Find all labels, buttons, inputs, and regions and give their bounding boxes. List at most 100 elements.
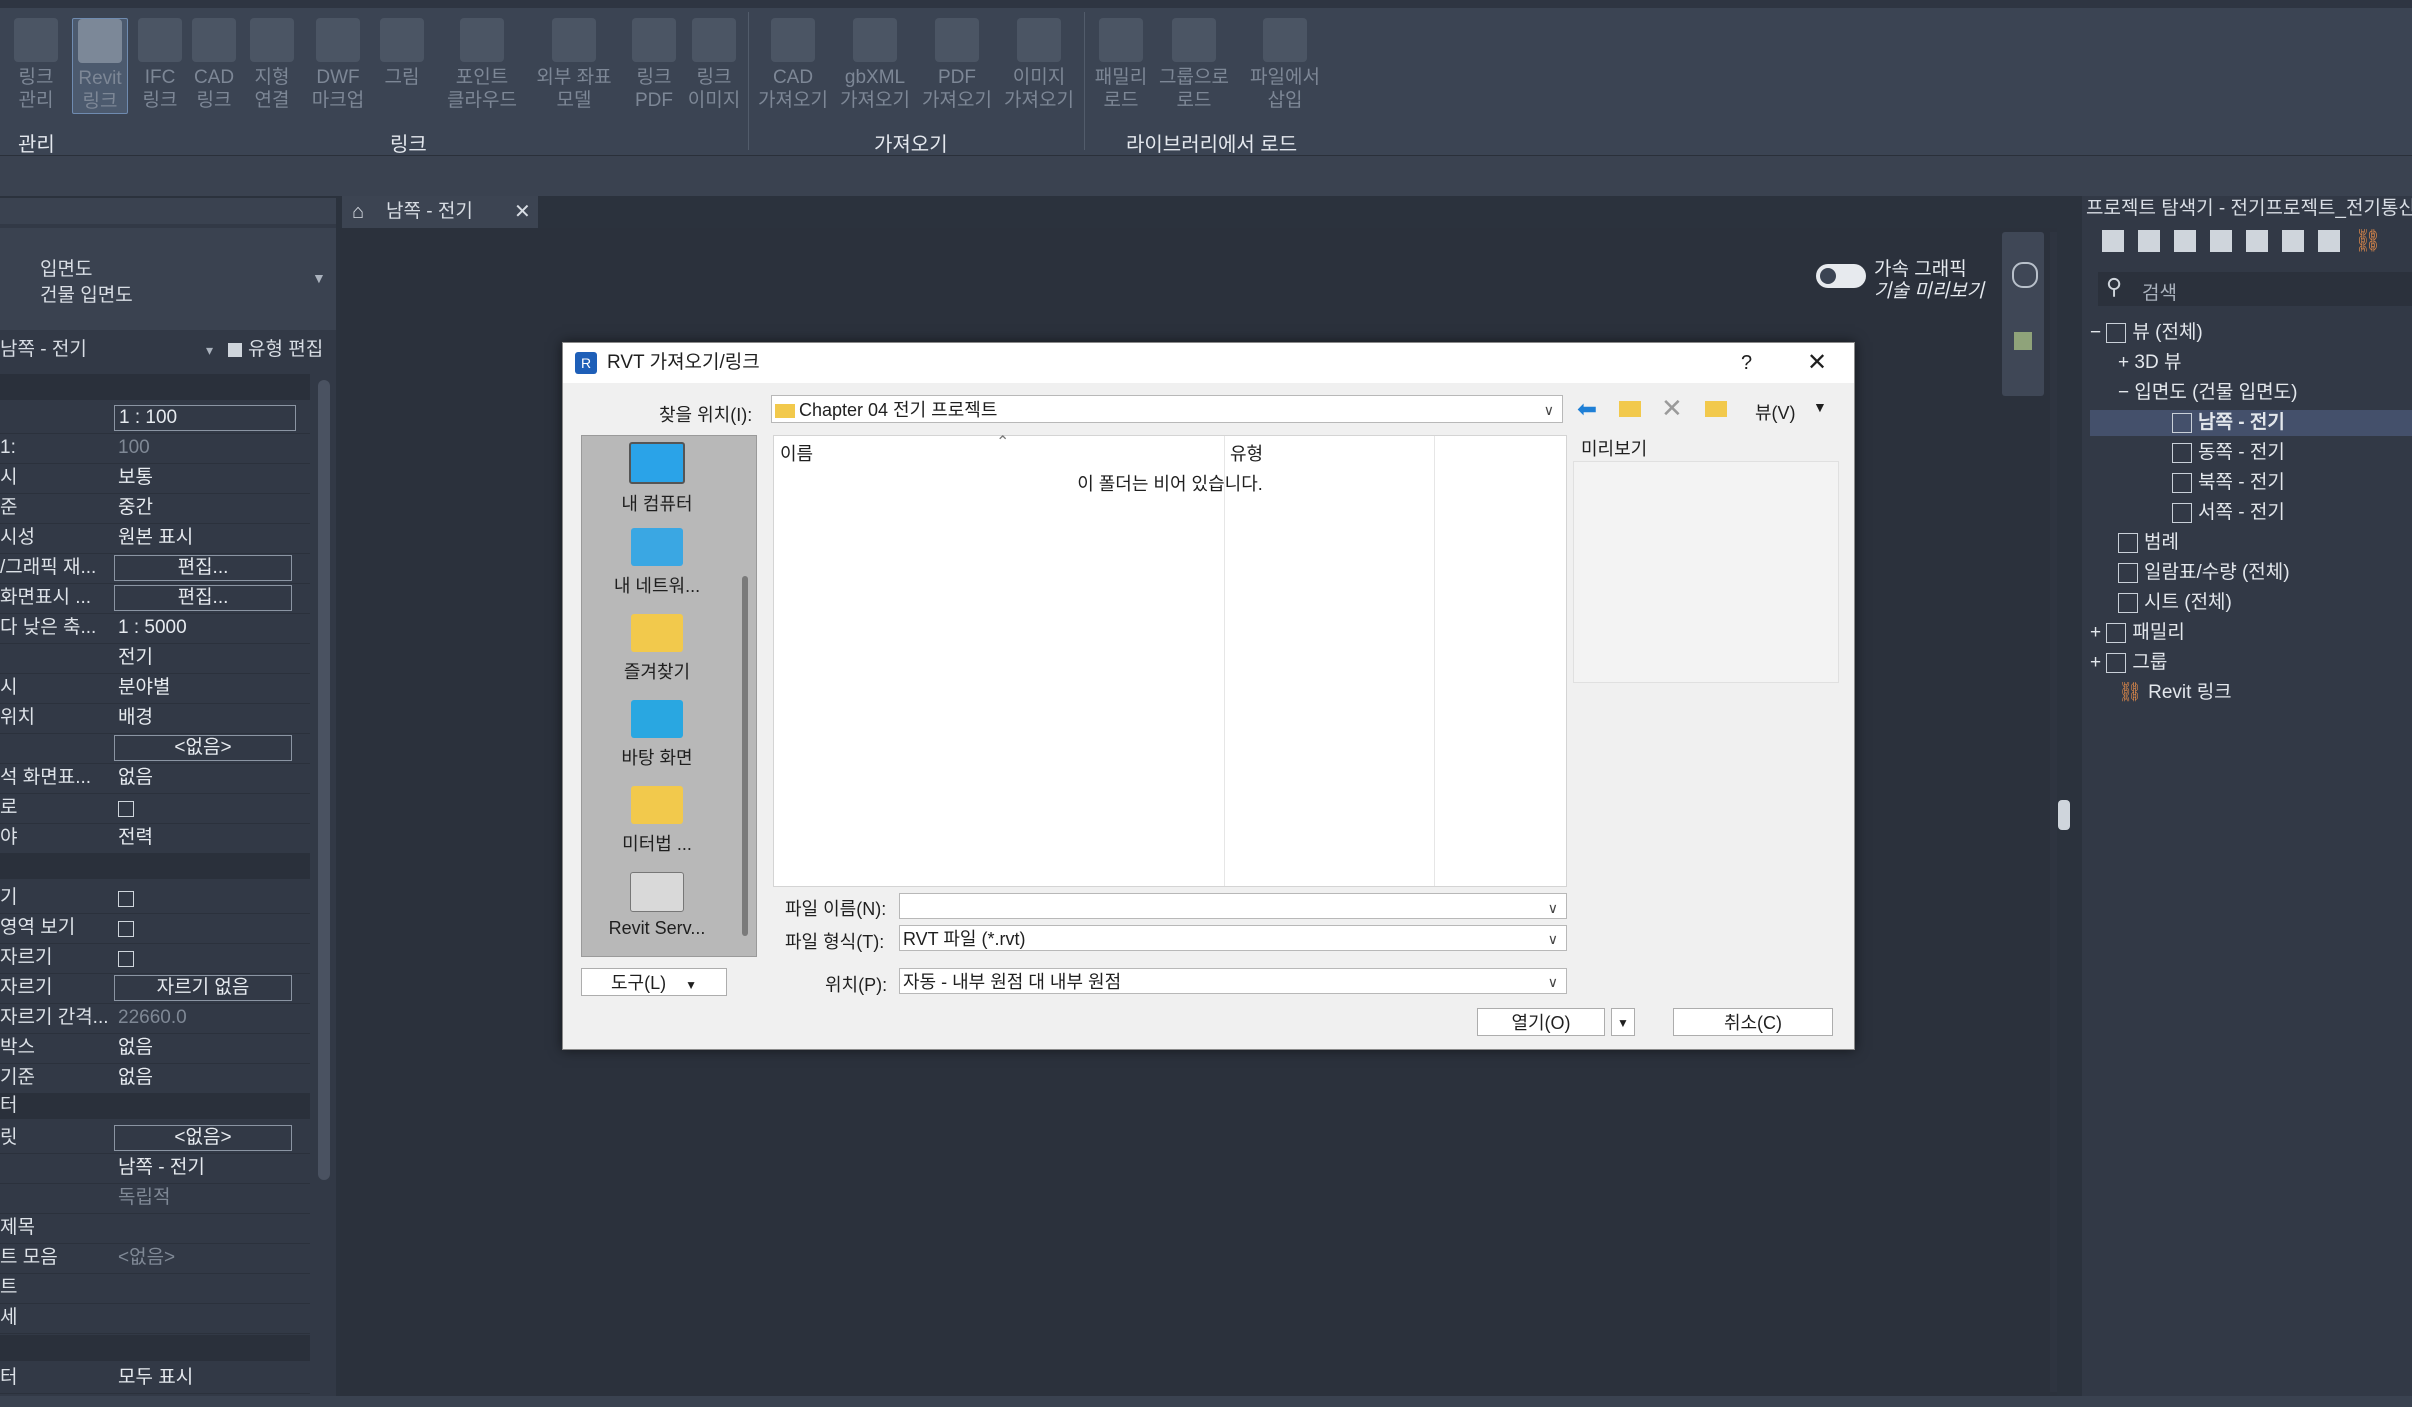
point-cloud-button[interactable]: 포인트 클라우드 [446, 18, 518, 112]
property-row[interactable]: 시성 원본 표시 [0, 523, 310, 554]
view-template-field[interactable]: <없음> [114, 1125, 292, 1151]
property-row[interactable]: 시 분야별 [0, 673, 310, 704]
tree-item-3d-views[interactable]: + 3D 뷰 [2118, 350, 2181, 376]
property-row[interactable]: 터 모두 표시 [0, 1363, 310, 1394]
view-instance-selector[interactable]: 남쪽 - 전기 ▾ [0, 336, 226, 364]
tree-item-legends[interactable]: 범례 [2118, 530, 2179, 556]
position-dropdown[interactable]: 자동 - 내부 원점 대 내부 원점 ∨ [899, 968, 1567, 994]
cad-link-button[interactable]: CAD 링크 [186, 18, 242, 112]
dwf-markup-button[interactable]: DWF 마크업 [310, 18, 366, 112]
property-row[interactable]: 전기 [0, 643, 310, 674]
link-image-button[interactable]: 링크 이미지 [686, 18, 742, 112]
zoom-icon[interactable] [2014, 332, 2032, 350]
property-row[interactable]: 제목 [0, 1213, 310, 1244]
help-button[interactable]: ? [1741, 343, 1752, 383]
properties-scrollbar[interactable] [318, 380, 330, 1180]
checkbox[interactable] [118, 951, 134, 967]
cad-import-button[interactable]: CAD 가져오기 [758, 18, 828, 112]
collapse-icon[interactable]: − [2090, 322, 2101, 343]
checkbox[interactable] [118, 891, 134, 907]
manage-links-button[interactable]: 링크 관리 [8, 18, 64, 112]
properties-section-header[interactable] [0, 374, 310, 400]
edit-type-button[interactable]: 유형 편집 [228, 336, 336, 364]
insert-from-file-button[interactable]: 파일에서 삽입 [1246, 18, 1324, 112]
place-metric[interactable]: 미터법 ... [582, 786, 732, 856]
gbxml-import-button[interactable]: gbXML 가져오기 [840, 18, 910, 112]
close-icon[interactable]: ✕ [1807, 343, 1827, 383]
decal-button[interactable]: 그림 [374, 18, 430, 89]
load-family-button[interactable]: 패밀리 로드 [1092, 18, 1150, 112]
collapse-icon[interactable]: − [2118, 382, 2129, 403]
property-row[interactable]: 다 낮은 축... 1 : 5000 [0, 613, 310, 644]
ifc-link-button[interactable]: IFC 링크 [132, 18, 188, 112]
back-icon[interactable]: ⬅ [1577, 395, 1597, 424]
expand-icon[interactable]: + [2090, 652, 2101, 673]
link-icon[interactable]: ⛓ [2354, 228, 2382, 254]
place-desktop[interactable]: 바탕 화면 [582, 700, 732, 770]
load-as-group-button[interactable]: 그룹으로 로드 [1156, 18, 1232, 112]
cancel-button[interactable]: 취소(C) [1673, 1008, 1833, 1036]
views-menu[interactable]: 뷰(V) [1755, 399, 1796, 425]
home-icon[interactable] [2102, 230, 2124, 252]
close-icon[interactable]: ✕ [514, 196, 531, 228]
topography-link-button[interactable]: 지형 연결 [244, 18, 300, 112]
home-icon[interactable]: ⌂ [352, 196, 364, 228]
filename-input[interactable]: ∨ [899, 893, 1567, 919]
browser-search-input[interactable]: ⚲ 검색 [2098, 272, 2412, 306]
navigation-bar[interactable] [2002, 232, 2044, 396]
property-row[interactable]: 박스 없음 [0, 1033, 310, 1064]
accelerated-graphics-toggle[interactable] [1816, 264, 1866, 288]
property-row[interactable]: 위치 배경 [0, 703, 310, 734]
canvas-scrollbar[interactable] [2050, 232, 2057, 1392]
link-pdf-button[interactable]: 링크 PDF [626, 18, 682, 112]
group-icon[interactable] [2318, 230, 2340, 252]
file-list[interactable]: 이름 ⌃ 유형 이 폴더는 비어 있습니다. [773, 434, 1567, 887]
tree-item-views[interactable]: − 뷰 (전체) [2090, 320, 2203, 346]
chevron-down-icon[interactable]: ▼ [1813, 399, 1827, 415]
tree-item-south-elec[interactable]: 남쪽 - 전기 [2090, 410, 2412, 436]
open-options-dropdown[interactable]: ▼ [1611, 1008, 1635, 1036]
far-clip-button[interactable]: 자르기 없음 [114, 975, 292, 1001]
place-revit-server[interactable]: Revit Serv... [582, 872, 732, 939]
properties-section-header[interactable] [0, 1335, 310, 1361]
place-favorites[interactable]: 즐겨찾기 [582, 614, 732, 684]
place-network[interactable]: 내 네트워... [582, 528, 732, 598]
filetype-dropdown[interactable]: RVT 파일 (*.rvt) ∨ [899, 925, 1567, 951]
checkbox[interactable] [118, 801, 134, 817]
property-row[interactable]: 트 모음 <없음> [0, 1243, 310, 1274]
tree-item-groups[interactable]: + 그룹 [2090, 650, 2167, 676]
up-folder-icon[interactable] [1619, 401, 1641, 417]
tree-item-east-elec[interactable]: 동쪽 - 전기 [2172, 440, 2285, 466]
steering-wheel-icon[interactable] [2012, 262, 2038, 288]
property-row[interactable]: 기준 없음 [0, 1063, 310, 1094]
image-import-button[interactable]: 이미지 가져오기 [1004, 18, 1074, 112]
place-my-computer[interactable]: 내 컴퓨터 [582, 442, 732, 516]
3d-view-icon[interactable] [2138, 230, 2160, 252]
property-row[interactable]: 1 : 100 [0, 403, 310, 434]
coordination-model-button[interactable]: 외부 좌표 모델 [534, 18, 614, 112]
property-row[interactable]: 준 중간 [0, 493, 310, 524]
view-scale-field[interactable]: 1 : 100 [114, 405, 296, 431]
sheet-icon[interactable] [2246, 230, 2268, 252]
column-type[interactable]: 유형 [1230, 440, 1263, 466]
property-row[interactable]: 남쪽 - 전기 [0, 1153, 310, 1184]
column-divider[interactable] [1224, 436, 1225, 886]
open-button[interactable]: 열기(O) [1477, 1008, 1605, 1036]
tree-item-revit-links[interactable]: ⛓ Revit 링크 [2118, 680, 2232, 706]
tree-item-elevations[interactable]: − 입면도 (건물 입면도) [2118, 380, 2297, 406]
column-name[interactable]: 이름 [780, 440, 813, 466]
property-row[interactable]: 야 전력 [0, 823, 310, 854]
expand-icon[interactable]: + [2118, 352, 2129, 373]
places-scrollbar[interactable] [742, 576, 748, 936]
legend-icon[interactable] [2174, 230, 2196, 252]
family-icon[interactable] [2282, 230, 2304, 252]
schedule-icon[interactable] [2210, 230, 2232, 252]
property-row[interactable]: 석 화면표... 없음 [0, 763, 310, 794]
edit-overrides-button[interactable]: 편집... [114, 555, 292, 581]
tree-item-families[interactable]: + 패밀리 [2090, 620, 2185, 646]
edit-display-button[interactable]: 편집... [114, 585, 292, 611]
tree-item-schedules[interactable]: 일람표/수량 (전체) [2118, 560, 2290, 586]
properties-section-header[interactable] [0, 853, 310, 879]
revit-link-button[interactable]: Revit 링크 [72, 18, 128, 114]
property-row[interactable]: 시 보통 [0, 463, 310, 494]
